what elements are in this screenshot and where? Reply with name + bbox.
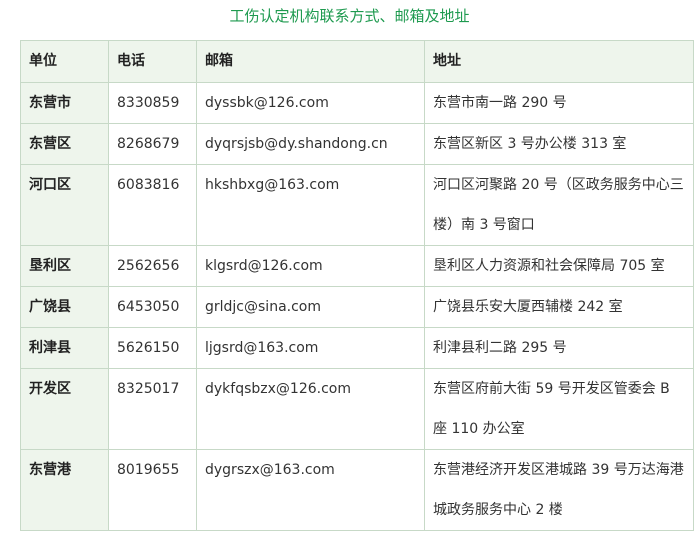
page-title: 工伤认定机构联系方式、邮箱及地址 (229, 7, 470, 25)
unit-cell: 利津县 (20, 327, 109, 369)
unit-cell: 垦利区 (20, 245, 109, 287)
table-row: 东营区 8268679 dyqrsjsb@dy.shandong.cn 东营区新… (20, 123, 694, 165)
unit-cell: 广饶县 (20, 286, 109, 328)
phone-cell: 8330859 (108, 82, 197, 124)
email-cell: ljgsrd@163.com (196, 327, 425, 369)
contact-table: 单位 电话 邮箱 地址 东营市 8330859 dyssbk@126.com 东… (20, 40, 694, 531)
email-cell: hkshbxg@163.com (196, 164, 425, 246)
email-cell: klgsrd@126.com (196, 245, 425, 287)
table-row: 利津县 5626150 ljgsrd@163.com 利津县利二路 295 号 (20, 327, 694, 369)
address-cell: 河口区河聚路 20 号（区政务服务中心三楼）南 3 号窗口 (424, 164, 694, 246)
table-row: 垦利区 2562656 klgsrd@126.com 垦利区人力资源和社会保障局… (20, 245, 694, 287)
address-cell: 垦利区人力资源和社会保障局 705 室 (424, 245, 694, 287)
table-row: 东营市 8330859 dyssbk@126.com 东营市南一路 290 号 (20, 82, 694, 124)
email-cell: dyqrsjsb@dy.shandong.cn (196, 123, 425, 165)
address-cell: 东营区新区 3 号办公楼 313 室 (424, 123, 694, 165)
address-cell: 广饶县乐安大厦西辅楼 242 室 (424, 286, 694, 328)
header-email: 邮箱 (196, 40, 425, 83)
address-cell: 东营区府前大街 59 号开发区管委会 B 座 110 办公室 (424, 368, 694, 450)
table-row: 河口区 6083816 hkshbxg@163.com 河口区河聚路 20 号（… (20, 164, 694, 246)
header-unit: 单位 (20, 40, 109, 83)
header-phone: 电话 (108, 40, 197, 83)
email-cell: grldjc@sina.com (196, 286, 425, 328)
table-row: 广饶县 6453050 grldjc@sina.com 广饶县乐安大厦西辅楼 2… (20, 286, 694, 328)
unit-cell: 东营港 (20, 449, 109, 531)
email-cell: dyssbk@126.com (196, 82, 425, 124)
phone-cell: 6083816 (108, 164, 197, 246)
email-cell: dykfqsbzx@126.com (196, 368, 425, 450)
header-address: 地址 (424, 40, 694, 83)
phone-cell: 8268679 (108, 123, 197, 165)
address-cell: 东营港经济开发区港城路 39 号万达海港城政务服务中心 2 楼 (424, 449, 694, 531)
unit-cell: 东营区 (20, 123, 109, 165)
phone-cell: 8325017 (108, 368, 197, 450)
phone-cell: 2562656 (108, 245, 197, 287)
address-cell: 利津县利二路 295 号 (424, 327, 694, 369)
email-cell: dygrszx@163.com (196, 449, 425, 531)
unit-cell: 河口区 (20, 164, 109, 246)
address-cell: 东营市南一路 290 号 (424, 82, 694, 124)
unit-cell: 东营市 (20, 82, 109, 124)
phone-cell: 8019655 (108, 449, 197, 531)
table-row: 开发区 8325017 dykfqsbzx@126.com 东营区府前大街 59… (20, 368, 694, 450)
table-header-row: 单位 电话 邮箱 地址 (20, 40, 694, 83)
phone-cell: 5626150 (108, 327, 197, 369)
phone-cell: 6453050 (108, 286, 197, 328)
table-row: 东营港 8019655 dygrszx@163.com 东营港经济开发区港城路 … (20, 449, 694, 531)
unit-cell: 开发区 (20, 368, 109, 450)
